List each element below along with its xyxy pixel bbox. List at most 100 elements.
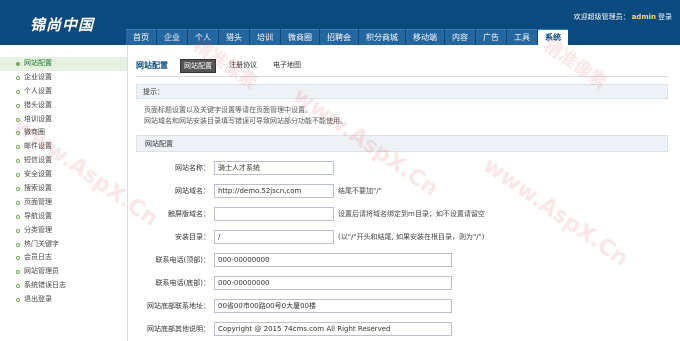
welcome-text: 欢迎超级管理员： — [573, 13, 630, 21]
sidebar-item-label: 网站配置 — [24, 59, 52, 67]
form-row-site-domain: 网站域名： http://demo.52jscn.com 结尾不要加"/" — [136, 179, 668, 202]
sidebar-item-label: 微商圈 — [24, 128, 45, 137]
sidebar-item-label: 企业设置 — [24, 72, 52, 81]
nav-tab[interactable]: 内容 — [445, 29, 475, 45]
sidebar-item[interactable]: 短信设置 — [0, 154, 127, 168]
footer-address-label: 网站底部联系地址： — [147, 301, 210, 310]
tips-body: 页面标题设置以及关键字设置等请在页面管理中设置。 网站域名和网站安装目录填写错误… — [136, 99, 668, 131]
form-row-mobile-domain: 触屏版域名： 设置后请将域名绑定到m目录；如不设置请留空 — [136, 202, 668, 225]
sidebar-item[interactable]: 网站配置 — [0, 57, 127, 71]
nav-tab[interactable]: 企业 — [157, 29, 187, 45]
tip-line: 页面标题设置以及关键字设置等请在页面管理中设置。 — [144, 106, 312, 114]
sidebar-item-label: 猎头设置 — [24, 100, 52, 109]
form-row-phone-bottom: 联系电话(底部)： 000-00000000 — [136, 271, 668, 294]
sidebar-item-label: 会员日志 — [24, 253, 52, 262]
bullet-icon — [16, 242, 20, 247]
sidebar-item[interactable]: 分类管理 — [0, 224, 127, 238]
sidebar-item-label: 培训设置 — [24, 114, 52, 123]
nav-tab[interactable]: 移动端 — [406, 29, 444, 45]
bullet-icon — [16, 256, 20, 261]
sidebar-item[interactable]: 企业设置 — [0, 71, 127, 85]
nav-tab[interactable]: 积分商城 — [359, 29, 405, 45]
bullet-icon — [16, 131, 20, 136]
bullet-icon — [16, 284, 20, 289]
sidebar-item-label: 个人设置 — [24, 86, 52, 95]
site-domain-label: 网站域名： — [175, 186, 210, 195]
sidebar-item[interactable]: 微商圈 — [0, 126, 127, 140]
site-domain-input[interactable]: http://demo.52jscn.com — [214, 183, 334, 198]
install-dir-label: 安装目录： — [175, 232, 210, 241]
sidebar-item[interactable]: 猎头设置 — [0, 99, 127, 113]
bullet-icon — [16, 200, 20, 205]
sidebar-item[interactable]: 培训设置 — [0, 113, 127, 127]
nav-tab[interactable]: 工具 — [507, 29, 537, 45]
page-title: 网站配置 — [136, 61, 168, 70]
main-nav: 首页 企业 个人 猎头 培训 微商圈 招聘会 积分商城 移动端 内容 广告 工具 系统 — [126, 29, 569, 45]
phone-bottom-input[interactable]: 000-00000000 — [214, 275, 452, 290]
nav-tab[interactable]: 系统 — [538, 29, 568, 45]
settings-form: 网站名称： 骑士人才系统 网站域名： http://demo.52jscn.co… — [136, 156, 668, 340]
sidebar-item[interactable]: 热门关键字 — [0, 238, 127, 252]
welcome-bar: 欢迎超级管理员： admin 登录 — [574, 12, 672, 22]
phone-top-input[interactable]: 000-00000000 — [214, 252, 452, 267]
form-row-install-dir: 安装目录： / (以"/"开头和结尾, 如果安装在根目录，则为"/") — [136, 225, 668, 248]
bullet-icon — [16, 62, 20, 66]
bullet-icon — [16, 159, 20, 164]
sidebar-item-label: 分类管理 — [24, 225, 52, 234]
subnav-tab[interactable]: 网站配置 — [180, 58, 216, 73]
form-row-footer-address: 网站底部联系地址： 00省00市00路00号0大厦00楼 — [136, 294, 668, 317]
nav-tab[interactable]: 微商圈 — [281, 29, 319, 45]
subnav-tab[interactable]: 注册协议 — [226, 59, 260, 73]
subnav-tab[interactable]: 电子地图 — [270, 59, 304, 73]
sidebar-item-label: 搜索设置 — [24, 184, 52, 193]
site-domain-hint: 结尾不要加"/" — [338, 186, 382, 195]
sidebar-item[interactable]: 安全设置 — [0, 168, 127, 182]
nav-tab[interactable]: 招聘会 — [320, 29, 358, 45]
sidebar-item-label: 导航设置 — [24, 211, 52, 220]
bullet-icon — [16, 228, 20, 233]
bullet-icon — [16, 270, 20, 275]
mobile-domain-input[interactable] — [214, 206, 334, 221]
sidebar-item-label: 热门关键字 — [24, 239, 59, 248]
bullet-icon — [16, 145, 20, 150]
bullet-icon — [16, 214, 20, 219]
sidebar-item[interactable]: 导航设置 — [0, 210, 127, 224]
bullet-icon — [16, 173, 20, 178]
sidebar-item[interactable]: 页面管理 — [0, 196, 127, 210]
sidebar-item[interactable]: 邮件设置 — [0, 140, 127, 154]
sidebar-item[interactable]: 系统错误日志 — [0, 279, 127, 293]
bullet-icon — [16, 117, 20, 122]
nav-tab[interactable]: 个人 — [188, 29, 218, 45]
section-heading: 网站配置 — [136, 135, 668, 152]
form-row-phone-top: 联系电话(顶部)： 000-00000000 — [136, 248, 668, 271]
sidebar-item-label: 系统错误日志 — [24, 281, 66, 290]
tips-heading: 提示： — [136, 84, 668, 99]
site-logo: 锦尚中国 — [30, 16, 95, 34]
sidebar-item[interactable]: 退出登录 — [0, 293, 127, 307]
sidebar-item[interactable]: 会员日志 — [0, 251, 127, 265]
site-name-label: 网站名称： — [175, 163, 210, 172]
install-dir-input[interactable]: / — [214, 229, 334, 244]
sidebar-item[interactable]: 搜索设置 — [0, 182, 127, 196]
form-row-footer-other: 网站底部其他说明： Copyright @ 2015 74cms.com All… — [136, 317, 668, 340]
nav-tab[interactable]: 猎头 — [219, 29, 249, 45]
nav-tab[interactable]: 培训 — [250, 29, 280, 45]
bullet-icon — [16, 75, 20, 80]
install-dir-hint: (以"/"开头和结尾, 如果安装在根目录，则为"/") — [338, 232, 485, 241]
sidebar-item-label: 邮件设置 — [24, 142, 52, 151]
nav-tab[interactable]: 广告 — [476, 29, 506, 45]
sidebar-item[interactable]: 个人设置 — [0, 85, 127, 99]
username-link[interactable]: admin — [632, 13, 656, 21]
bullet-icon — [16, 298, 20, 303]
main-content: 网站配置 网站配置 注册协议 电子地图 提示： 页面标题设置以及关键字设置等请在页面… — [128, 45, 680, 341]
sidebar-item[interactable]: 网站管理员 — [0, 265, 127, 279]
nav-tab[interactable]: 首页 — [126, 29, 156, 45]
bullet-icon — [16, 89, 20, 94]
mobile-domain-label: 触屏版域名： — [168, 209, 210, 218]
footer-other-input[interactable]: Copyright @ 2015 74cms.com All Right Res… — [214, 321, 452, 336]
logout-link[interactable]: 登录 — [658, 13, 672, 21]
sidebar-item-label: 页面管理 — [24, 197, 52, 206]
phone-top-label: 联系电话(顶部)： — [155, 255, 210, 264]
site-name-input[interactable]: 骑士人才系统 — [214, 160, 334, 175]
footer-address-input[interactable]: 00省00市00路00号0大厦00楼 — [214, 298, 452, 313]
